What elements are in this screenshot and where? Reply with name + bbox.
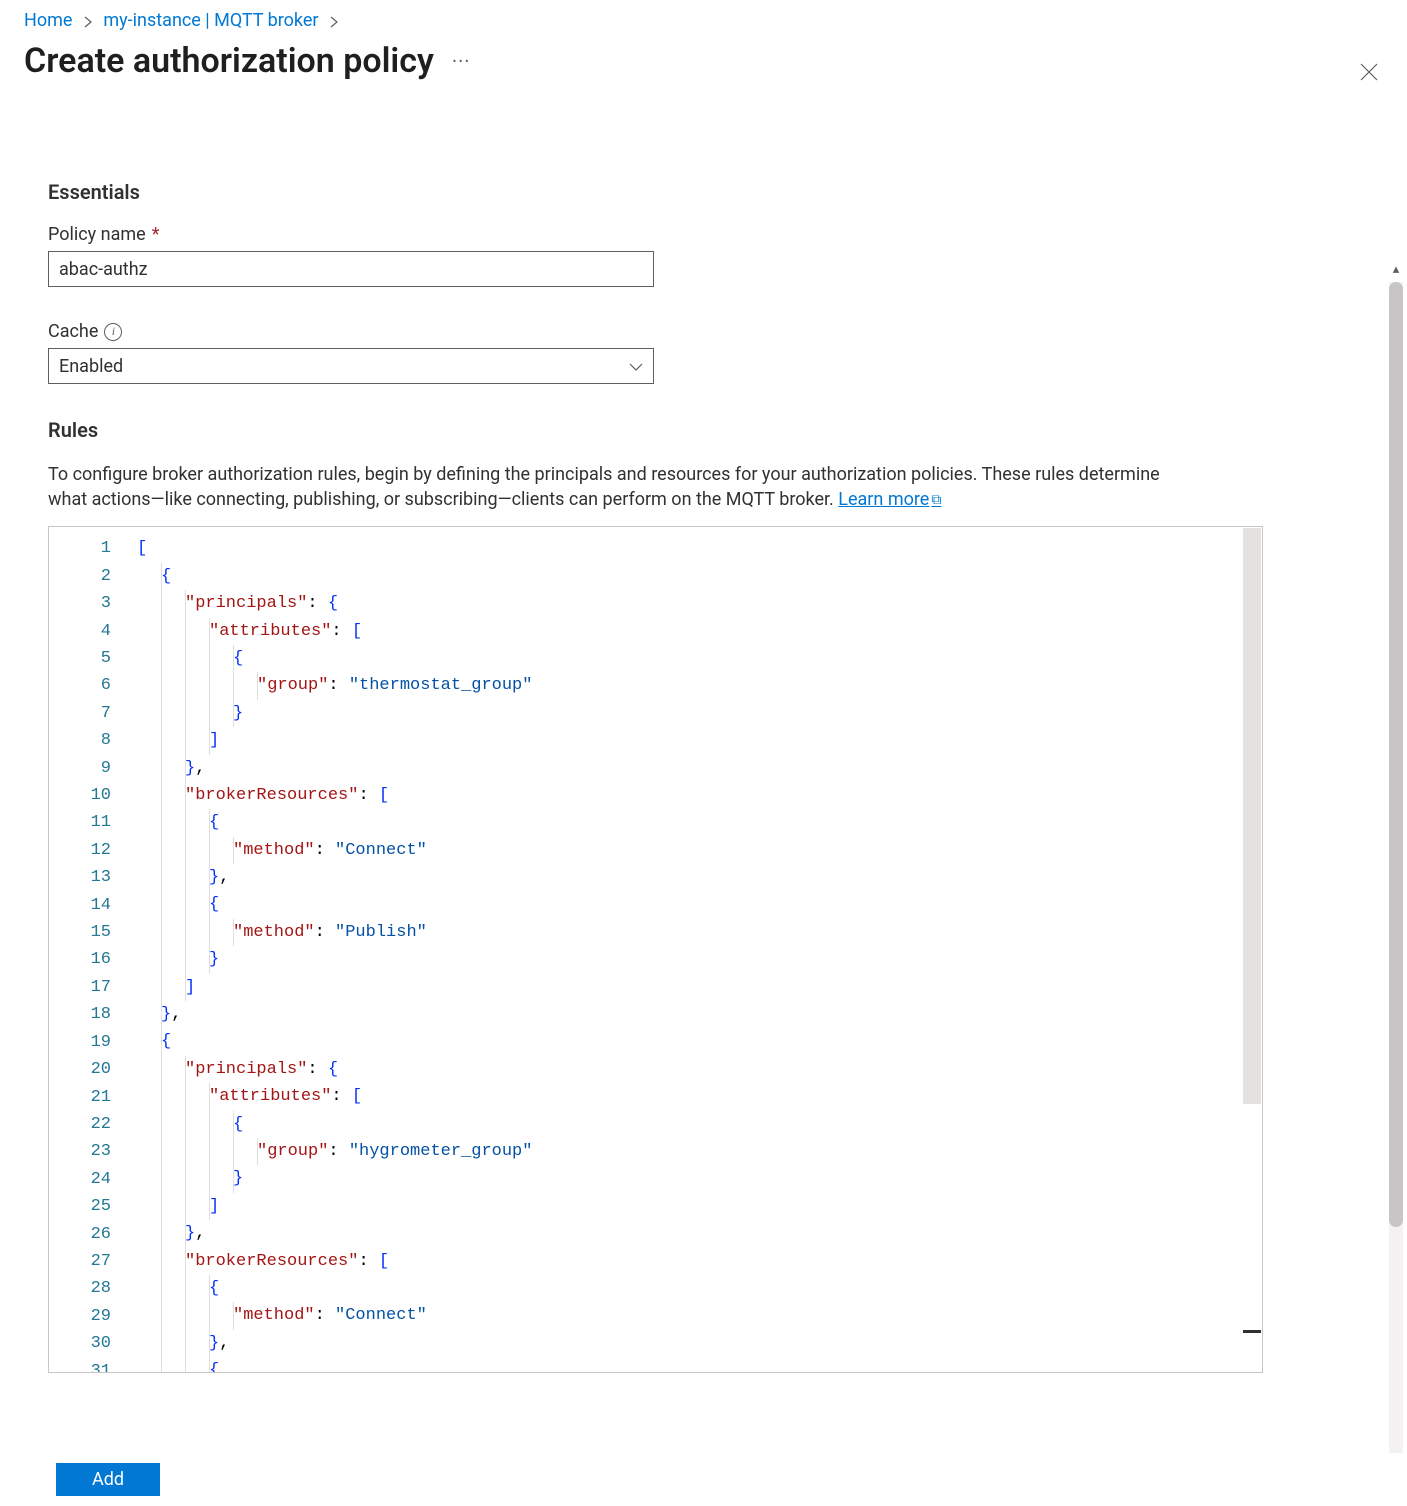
policy-name-input[interactable] — [48, 251, 654, 287]
chevron-right-icon — [329, 10, 339, 31]
page-title: Create authorization policy — [24, 41, 434, 81]
footer: Add — [0, 1453, 1407, 1506]
content-pane: Essentials Policy name * Cache i Enabled… — [0, 130, 1407, 1373]
policy-name-label: Policy name * — [48, 224, 1359, 245]
chevron-right-icon — [83, 10, 93, 31]
breadcrumb: Home my-instance | MQTT broker — [0, 0, 1407, 37]
external-link-icon: ⧉ — [931, 492, 941, 508]
rules-heading: Rules — [48, 418, 1359, 442]
code-body[interactable]: [{"principals": {"attributes": [{"group"… — [137, 527, 1262, 1372]
more-icon[interactable]: ··· — [452, 49, 471, 73]
editor-overview-marker — [1243, 1330, 1261, 1333]
rules-description: To configure broker authorization rules,… — [48, 462, 1198, 512]
page-scrollbar[interactable]: ▴ ▾ — [1385, 260, 1407, 1506]
chevron-down-icon — [629, 356, 643, 377]
rules-code-editor[interactable]: 1234567891011121314151617181920212223242… — [48, 526, 1263, 1373]
essentials-heading: Essentials — [48, 180, 1359, 204]
info-icon[interactable]: i — [104, 323, 122, 341]
breadcrumb-instance[interactable]: my-instance | MQTT broker — [103, 10, 318, 31]
cache-label: Cache i — [48, 321, 1359, 342]
close-icon[interactable] — [1359, 62, 1379, 87]
add-button[interactable]: Add — [56, 1463, 160, 1496]
scroll-up-icon[interactable]: ▴ — [1393, 260, 1400, 280]
breadcrumb-home[interactable]: Home — [24, 10, 72, 31]
cache-dropdown[interactable]: Enabled — [48, 348, 654, 384]
line-gutter: 1234567891011121314151617181920212223242… — [49, 527, 137, 1372]
editor-scrollbar[interactable] — [1243, 528, 1261, 1104]
learn-more-link[interactable]: Learn more⧉ — [838, 489, 941, 510]
